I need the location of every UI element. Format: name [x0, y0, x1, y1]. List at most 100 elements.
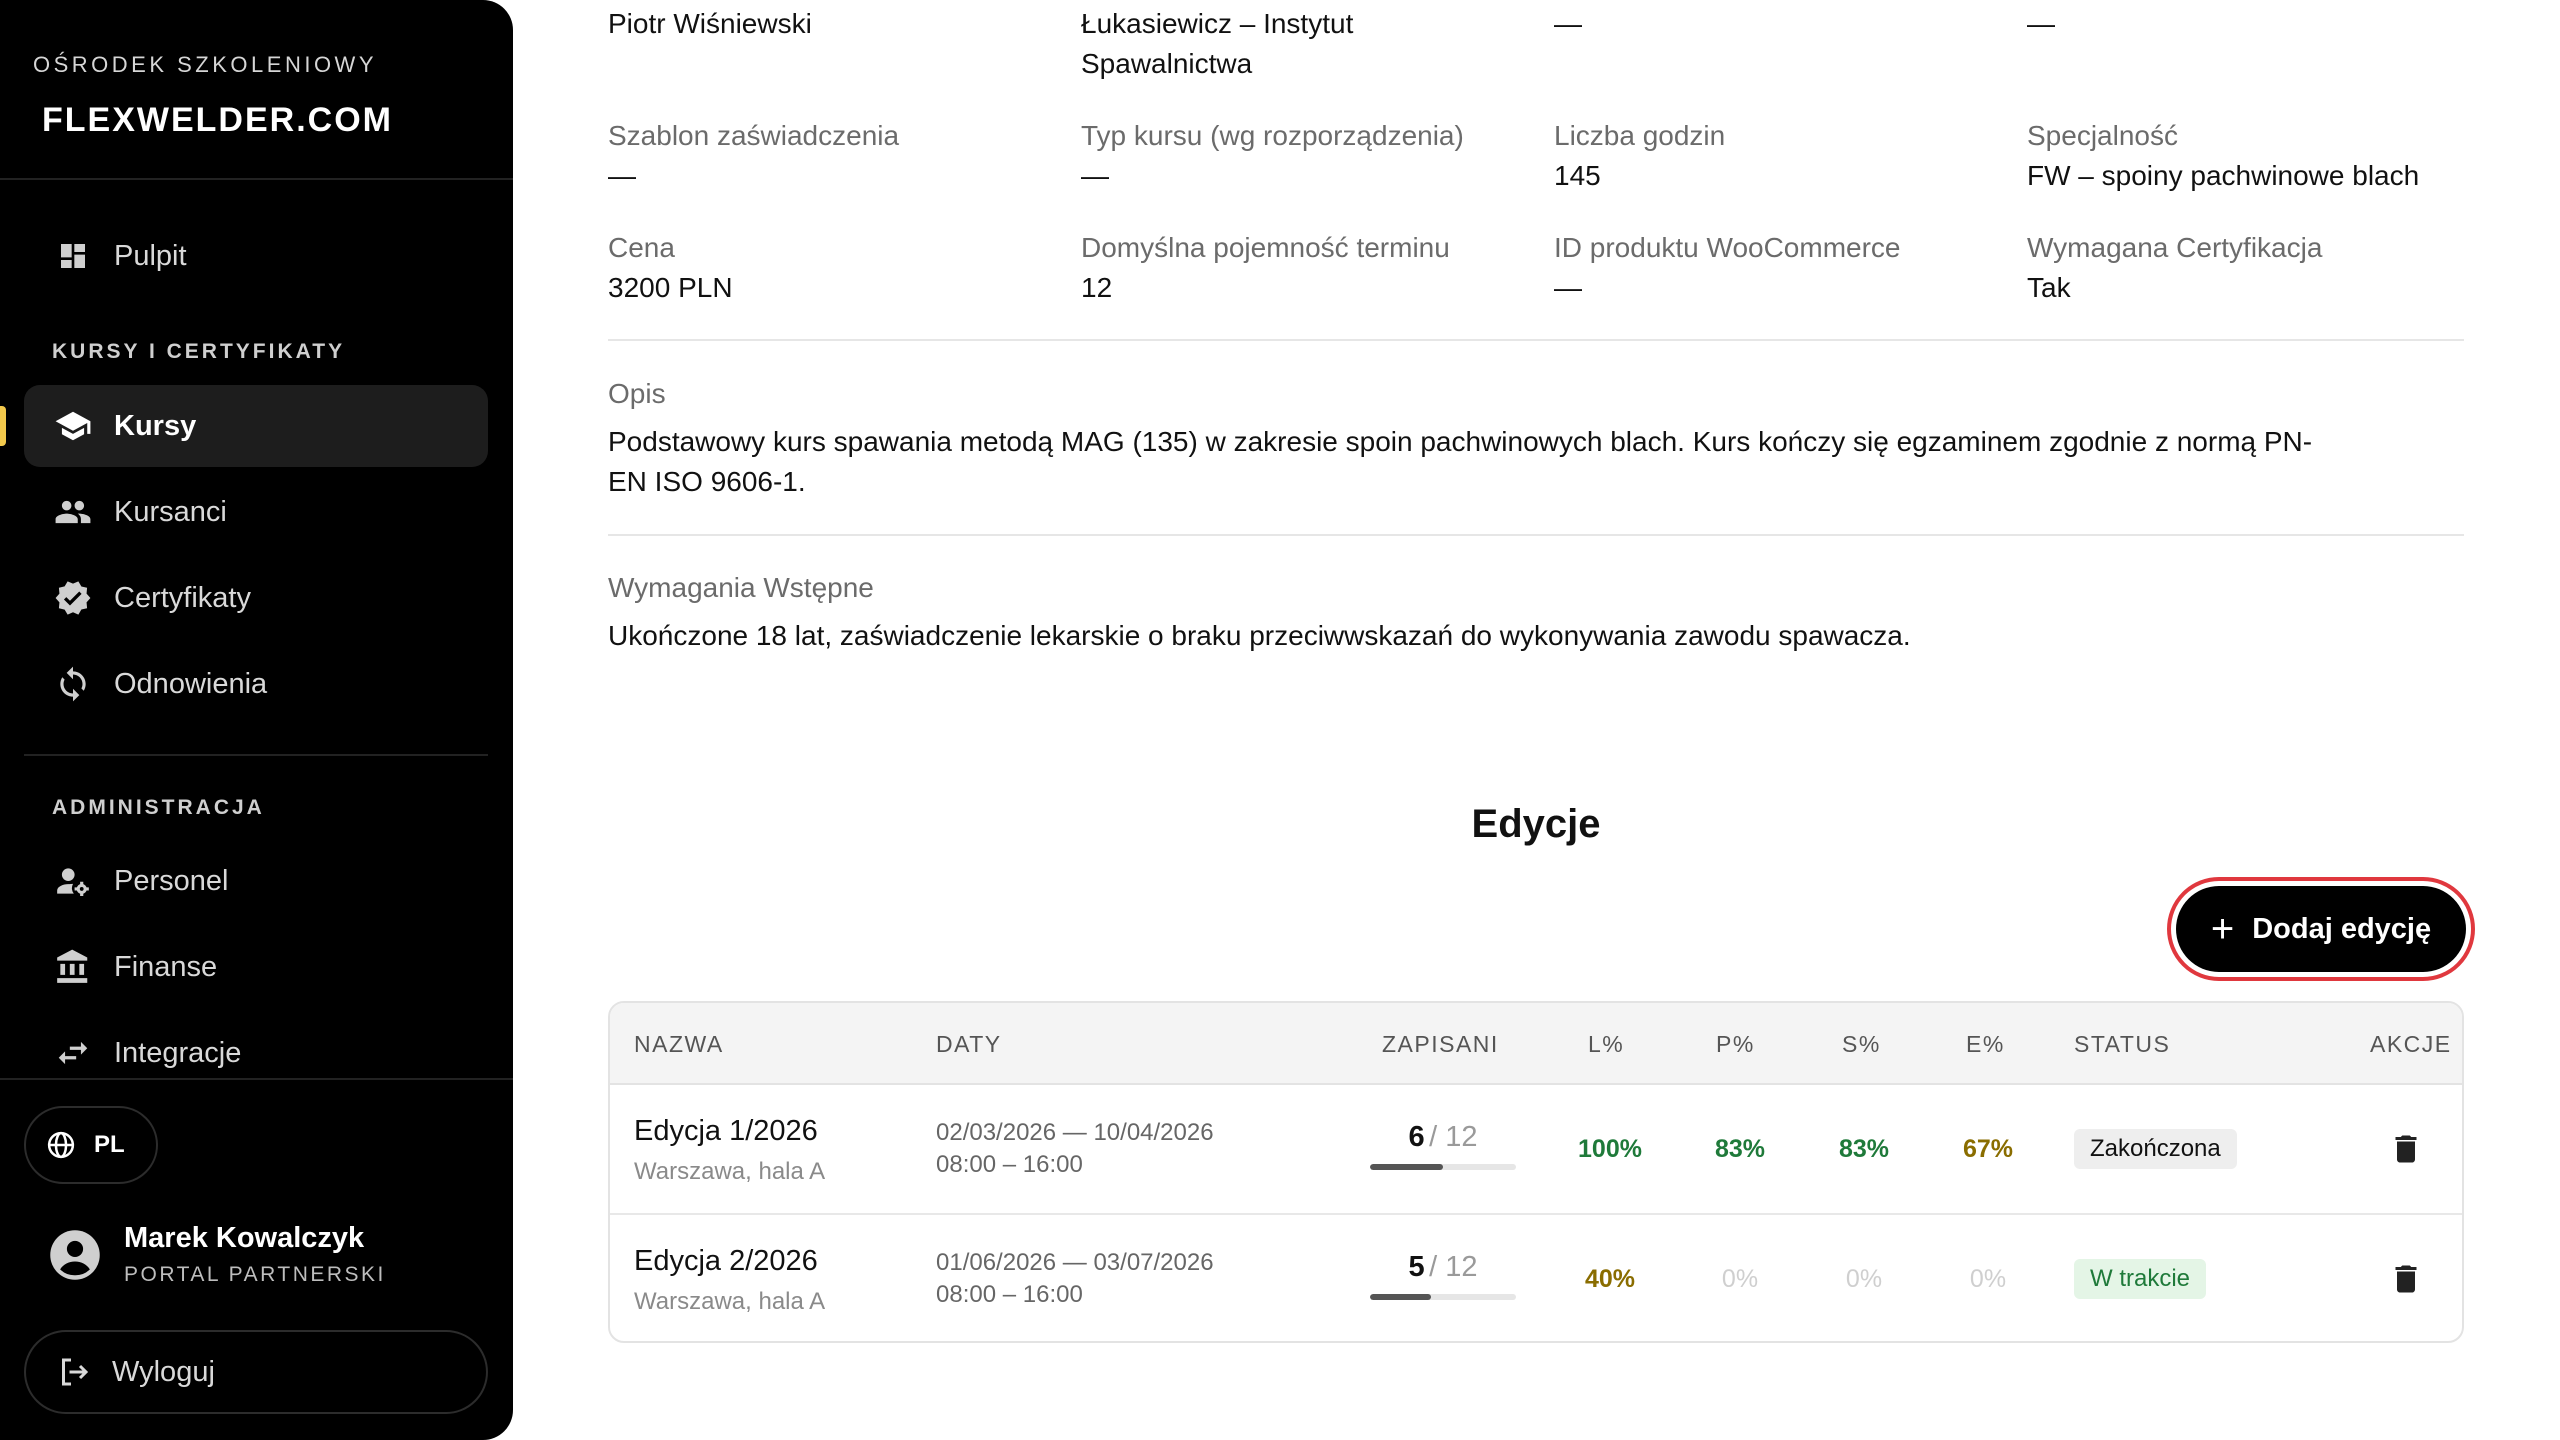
detail-value: 12 — [1081, 272, 1113, 303]
globe-icon — [46, 1130, 76, 1160]
status-cell: W trakcie — [2074, 1259, 2207, 1299]
enrolled-progress-bar — [1370, 1164, 1516, 1170]
detail-label: Szablon zaświadczenia — [608, 120, 900, 151]
table-row[interactable]: Edycja 1/2026 Warszawa, hala A 02/03/202… — [610, 1085, 2462, 1215]
enrolled-progress-bar — [1370, 1294, 1516, 1300]
detail-value: 145 — [1554, 160, 1601, 191]
column-header-e[interactable]: E% — [1966, 1003, 2005, 1085]
edition-dates-cell: 01/06/2026 — 03/07/2026 08:00 – 16:00 — [936, 1247, 1214, 1311]
user-name: Marek Kowalczyk — [124, 1222, 365, 1254]
p-percent: 0% — [1721, 1265, 1759, 1293]
sidebar-item-certyfikaty[interactable]: Certyfikaty — [24, 557, 488, 639]
prerequisites-label: Wymagania Wstępne — [608, 572, 874, 603]
detail-label: Cena — [608, 232, 675, 263]
detail-value: Spawalnictwa — [1081, 48, 1253, 79]
sidebar-divider — [24, 754, 488, 756]
logout-icon — [56, 1354, 92, 1390]
enrolled-cell: 6 / 12 — [1370, 1121, 1516, 1170]
enrolled-progress-fill — [1370, 1294, 1431, 1300]
sidebar-divider — [0, 178, 513, 180]
enrolled-capacity: / 12 — [1429, 1251, 1478, 1283]
edition-name-cell: Edycja 1/2026 Warszawa, hala A — [634, 1115, 825, 1186]
edition-date-range: 01/06/2026 — 03/07/2026 — [936, 1249, 1214, 1276]
delete-edition-button[interactable] — [2388, 1129, 2424, 1174]
column-header-s[interactable]: S% — [1842, 1003, 1881, 1085]
detail-field: Piotr Wiśniewski — [608, 4, 812, 44]
brand-logo[interactable]: FLEXWELDER.COM — [42, 101, 393, 140]
active-marker — [0, 406, 6, 446]
language-switcher[interactable]: PL — [24, 1106, 158, 1184]
column-header-l[interactable]: L% — [1588, 1003, 1624, 1085]
detail-value: Łukasiewicz – Instytut — [1081, 8, 1354, 39]
sidebar-item-integracje[interactable]: Integracje — [24, 1012, 488, 1094]
graduation-cap-icon — [52, 405, 94, 447]
sidebar-item-label: Kursanci — [114, 495, 227, 528]
edition-location: Warszawa, hala A — [634, 1288, 826, 1315]
section-divider — [608, 534, 2464, 536]
table-row[interactable]: Edycja 2/2026 Warszawa, hala A 01/06/202… — [610, 1215, 2462, 1341]
edition-name-cell: Edycja 2/2026 Warszawa, hala A — [634, 1245, 825, 1316]
column-header-actions: AKCJE — [2370, 1031, 2452, 1057]
description-line: Podstawowy kurs spawania metodą MAG (135… — [608, 426, 2313, 457]
detail-label: Liczba godzin — [1554, 120, 1726, 151]
sidebar-item-label: Pulpit — [114, 239, 187, 272]
column-header-p[interactable]: P% — [1716, 1003, 1755, 1085]
e-percent: 0% — [1969, 1265, 2007, 1293]
detail-field-price: Cena 3200 PLN — [608, 228, 733, 308]
enrolled-count: 5 — [1408, 1251, 1425, 1283]
detail-field-capacity: Domyślna pojemność terminu 12 — [1081, 228, 1450, 308]
sidebar-item-personel[interactable]: Personel — [24, 840, 488, 922]
enrolled-cell: 5 / 12 — [1370, 1251, 1516, 1300]
sidebar-item-odnowienia[interactable]: Odnowienia — [24, 643, 488, 725]
sidebar-item-kursanci[interactable]: Kursanci — [24, 471, 488, 553]
detail-field-certification-required: Wymagana Certyfikacja Tak — [2027, 228, 2322, 308]
user-role: PORTAL PARTNERSKI — [124, 1263, 386, 1286]
user-profile[interactable]: Marek Kowalczyk PORTAL PARTNERSKI — [48, 1222, 386, 1287]
detail-field: — — [1554, 4, 1582, 44]
detail-field-certificate-template: Szablon zaświadczenia — — [608, 116, 899, 196]
l-percent: 40% — [1584, 1265, 1636, 1293]
sidebar-item-pulpit[interactable]: Pulpit — [24, 215, 488, 297]
brand-subtitle: OŚRODEK SZKOLENIOWY — [33, 52, 377, 77]
detail-field-specialty: Specjalność FW – spoiny pachwinowe blach — [2027, 116, 2419, 196]
detail-field-woocommerce-id: ID produktu WooCommerce — — [1554, 228, 1901, 308]
language-label: PL — [94, 1131, 125, 1158]
l-percent: 100% — [1578, 1135, 1642, 1163]
s-percent: 0% — [1845, 1265, 1883, 1293]
editions-title: Edycje — [1471, 802, 1601, 846]
edition-dates-cell: 02/03/2026 — 10/04/2026 08:00 – 16:00 — [936, 1117, 1214, 1181]
status-badge: Zakończona — [2074, 1129, 2237, 1169]
edition-name[interactable]: Edycja 2/2026 — [634, 1245, 825, 1278]
column-header-enrolled[interactable]: ZAPISANI — [1382, 1003, 1499, 1085]
s-percent: 83% — [1838, 1135, 1890, 1163]
detail-label: Wymagana Certyfikacja — [2027, 232, 2323, 263]
prerequisites-text: Ukończone 18 lat, zaświadczenie lekarski… — [608, 620, 1911, 651]
detail-value: — — [1081, 160, 1109, 191]
enrolled-capacity: / 12 — [1429, 1121, 1478, 1153]
logout-button[interactable]: Wyloguj — [24, 1330, 488, 1414]
delete-edition-button[interactable] — [2388, 1259, 2424, 1304]
sidebar-item-label: Personel — [114, 864, 229, 897]
logout-label: Wyloguj — [112, 1355, 215, 1388]
column-header-status[interactable]: STATUS — [2074, 1003, 2170, 1085]
sidebar-item-finanse[interactable]: Finanse — [24, 926, 488, 1008]
detail-value: — — [608, 160, 636, 191]
detail-field-course-type: Typ kursu (wg rozporządzenia) — — [1081, 116, 1464, 196]
sidebar-item-kursy[interactable]: Kursy — [24, 385, 488, 467]
detail-value: — — [2027, 8, 2055, 39]
add-edition-button[interactable]: + Dodaj edycję — [2167, 877, 2475, 981]
edition-name[interactable]: Edycja 1/2026 — [634, 1115, 825, 1148]
verified-badge-icon — [52, 577, 94, 619]
bank-icon — [52, 946, 94, 988]
sidebar-item-label: Finanse — [114, 950, 218, 983]
edition-hours: 08:00 – 16:00 — [936, 1151, 1083, 1178]
column-header-name[interactable]: NAZWA — [634, 1003, 724, 1085]
detail-field: Łukasiewicz – Instytut Spawalnictwa — [1081, 4, 1353, 84]
trash-icon — [2395, 1135, 2417, 1163]
detail-value: Tak — [2027, 272, 2071, 303]
column-header-dates[interactable]: DATY — [936, 1003, 1002, 1085]
section-courses-heading: KURSY I CERTYFIKATY — [52, 340, 346, 363]
editions-table: NAZWA DATY ZAPISANI L% P% S% E% STATUS A… — [608, 1001, 2464, 1343]
plus-icon: + — [2210, 907, 2235, 951]
status-cell: Zakończona — [2074, 1129, 2237, 1169]
